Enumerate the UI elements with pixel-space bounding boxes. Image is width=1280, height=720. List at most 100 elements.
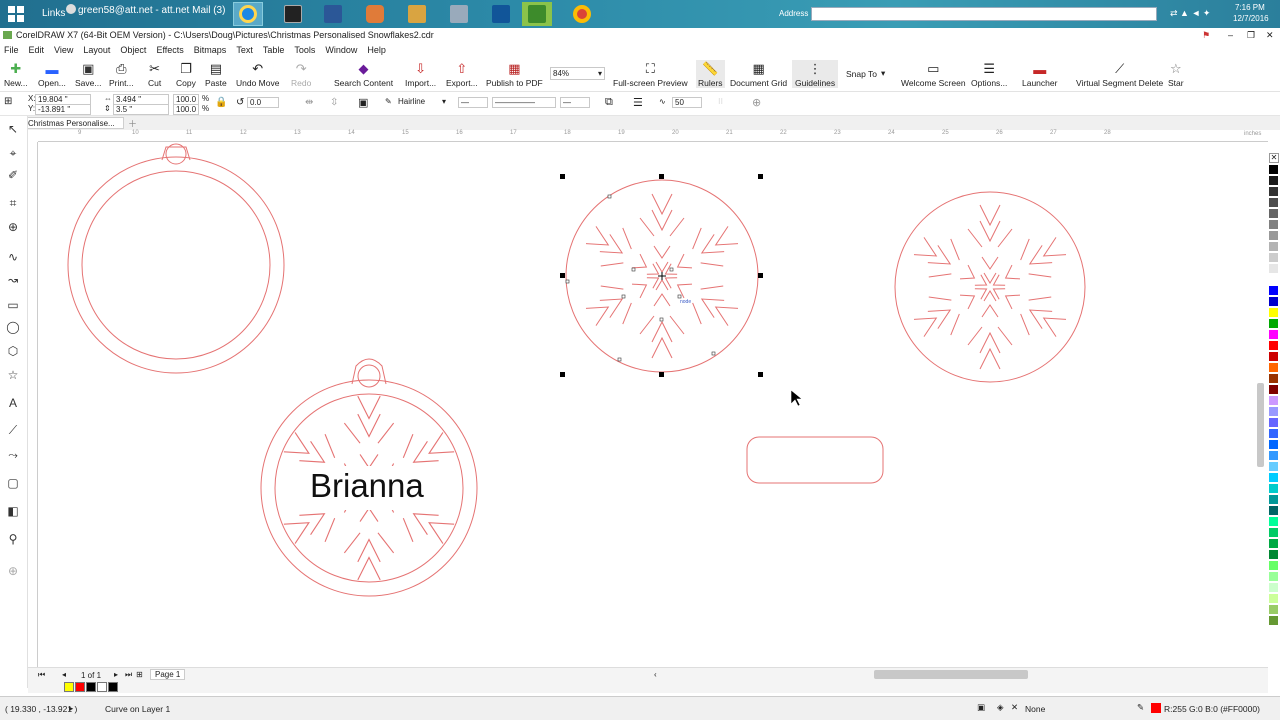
end-arrowhead-select[interactable]: ― <box>560 97 590 108</box>
no-color-swatch[interactable]: ✕ <box>1269 153 1279 163</box>
publish-pdf-button[interactable]: ▦ Publish to PDF <box>486 60 543 88</box>
last-page-icon[interactable]: ⏭ <box>125 670 132 680</box>
transparency-tool-icon[interactable]: ◧ <box>4 502 22 520</box>
outline-color-swatch[interactable] <box>1151 703 1161 713</box>
star-tool-button[interactable]: ☆ Star <box>1168 60 1184 88</box>
star-tool-icon[interactable]: ☆ <box>4 366 22 384</box>
rulers-button[interactable]: 📏 Rulers <box>696 60 725 88</box>
freehand-tool-icon[interactable]: ∿ <box>4 248 22 266</box>
palette-swatch[interactable] <box>1268 395 1279 406</box>
palette-swatch[interactable] <box>1268 285 1279 296</box>
palette-swatch[interactable] <box>1268 296 1279 307</box>
nodes-icon[interactable]: ⁝⁝ <box>718 97 723 106</box>
print-button[interactable]: ⎙ Print... <box>109 60 134 88</box>
document-tab[interactable]: Christmas Personalise... <box>24 117 124 129</box>
pick-tool-icon[interactable]: ↖ <box>4 120 22 138</box>
document-grid-button[interactable]: ▦ Document Grid <box>730 60 787 88</box>
add-icon[interactable]: ⊕ <box>752 96 761 109</box>
shape-tool-icon[interactable]: ⌖ <box>4 144 22 162</box>
palette-swatch[interactable] <box>1268 483 1279 494</box>
ie-app-icon[interactable] <box>233 2 263 26</box>
palette-swatch[interactable] <box>1268 340 1279 351</box>
mail-taskbar-item[interactable]: green58@att.net - att.net Mail (3) <box>78 5 225 16</box>
app-icon-printer[interactable] <box>444 2 474 26</box>
palette-swatch[interactable] <box>1268 439 1279 450</box>
palette-swatch[interactable] <box>1268 219 1279 230</box>
app-icon-orange[interactable] <box>360 2 390 26</box>
fullscreen-preview-button[interactable]: ⛶ Full-screen Preview <box>613 60 688 88</box>
palette-swatch[interactable] <box>1268 175 1279 186</box>
drawing-canvas[interactable]: Brianna node <box>38 142 1258 667</box>
maximize-button[interactable]: ❐ <box>1247 28 1255 42</box>
menu-layout[interactable]: Layout <box>83 45 110 55</box>
palette-swatch[interactable] <box>1268 615 1279 626</box>
palette-swatch[interactable] <box>1268 241 1279 252</box>
color-palette[interactable] <box>1268 150 1280 670</box>
palette-swatch[interactable] <box>1268 582 1279 593</box>
palette-swatch[interactable] <box>1268 406 1279 417</box>
document-palette-swatch[interactable] <box>64 682 74 692</box>
menu-bitmaps[interactable]: Bitmaps <box>194 45 227 55</box>
chrome-app-icon[interactable] <box>567 2 597 26</box>
clock-date[interactable]: 12/7/2016 <box>1233 14 1269 23</box>
palette-swatch[interactable] <box>1268 373 1279 384</box>
palette-swatch[interactable] <box>1268 549 1279 560</box>
menu-effects[interactable]: Effects <box>156 45 183 55</box>
copy-button[interactable]: ❐ Copy <box>176 60 196 88</box>
artistic-media-icon[interactable]: ↝ <box>4 271 22 289</box>
menu-text[interactable]: Text <box>236 45 253 55</box>
user-icon[interactable]: ⚑ <box>1202 28 1210 42</box>
add-page-icon[interactable]: ⊞ <box>136 670 143 679</box>
open-button[interactable]: ▬ Open... <box>38 60 66 89</box>
palette-swatch[interactable] <box>1268 362 1279 373</box>
first-page-icon[interactable]: ⏮ <box>38 670 45 680</box>
new-tab-icon[interactable]: ＋ <box>128 117 137 130</box>
customize-add-icon[interactable]: ⊕ <box>4 562 22 580</box>
import-button[interactable]: ⇩ Import... <box>405 60 436 88</box>
palette-swatch[interactable] <box>1268 208 1279 219</box>
palette-swatch[interactable] <box>1268 230 1279 241</box>
palette-swatch[interactable] <box>1268 351 1279 362</box>
palette-swatch[interactable] <box>1268 571 1279 582</box>
next-page-icon[interactable]: ▸ <box>114 670 118 679</box>
export-button[interactable]: ⇧ Export... <box>446 60 478 88</box>
document-palette-swatch[interactable] <box>75 682 85 692</box>
eyedropper-icon[interactable]: ⚲ <box>4 530 22 548</box>
lock-ratio-icon[interactable]: 🔒 <box>215 97 227 108</box>
calculator-app-icon[interactable] <box>278 2 308 26</box>
links-label[interactable]: Links <box>42 8 65 19</box>
palette-swatch[interactable] <box>1268 186 1279 197</box>
zoom-tool-icon[interactable]: ⊕ <box>4 218 22 236</box>
outline-width-select[interactable]: Hairline ▾ <box>396 97 446 108</box>
virtual-segment-delete-button[interactable]: ⟋ Virtual Segment Delete <box>1076 60 1163 88</box>
document-palette-swatch[interactable] <box>108 682 118 692</box>
object-origin-icon[interactable]: ⊞ <box>4 96 12 107</box>
save-button[interactable]: ▣ Save... <box>75 60 101 88</box>
document-palette-swatch[interactable] <box>86 682 96 692</box>
address-input[interactable] <box>811 7 1157 21</box>
palette-swatch[interactable] <box>1268 450 1279 461</box>
app-icon-s[interactable] <box>486 2 516 26</box>
name-text[interactable]: Brianna <box>310 467 424 505</box>
snap-to-dropdown[interactable]: Snap To ▾ <box>846 68 885 79</box>
launcher-button[interactable]: ▬ Launcher <box>1022 60 1057 89</box>
palette-swatch[interactable] <box>1268 461 1279 472</box>
close-curve-icon[interactable]: ⧉ <box>605 96 613 109</box>
options-button[interactable]: ☰ Options... <box>971 60 1007 88</box>
start-arrowhead-select[interactable]: ― <box>458 97 488 108</box>
menu-view[interactable]: View <box>54 45 73 55</box>
start-button[interactable] <box>0 2 32 26</box>
quick-customize-icon[interactable]: ▣ <box>358 96 368 109</box>
menu-table[interactable]: Table <box>263 45 285 55</box>
palette-swatch[interactable] <box>1268 384 1279 395</box>
palette-swatch[interactable] <box>1268 604 1279 615</box>
menu-object[interactable]: Object <box>120 45 146 55</box>
palette-swatch[interactable] <box>1268 560 1279 571</box>
palette-swatch[interactable] <box>1268 505 1279 516</box>
menu-tools[interactable]: Tools <box>294 45 315 55</box>
horizontal-scrollbar[interactable] <box>874 670 1028 679</box>
prev-page-icon[interactable]: ◂ <box>62 670 66 679</box>
line-style-select[interactable]: ――――― <box>492 97 556 108</box>
vertical-scrollbar[interactable] <box>1257 383 1264 467</box>
vertical-ruler[interactable] <box>28 142 38 667</box>
